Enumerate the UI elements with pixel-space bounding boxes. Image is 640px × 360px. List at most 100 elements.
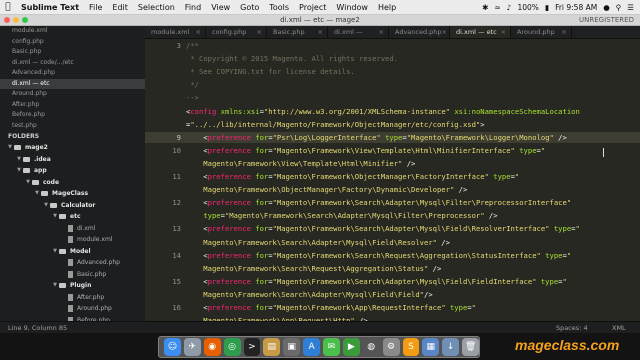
wifi-icon[interactable]: ≈ <box>494 3 500 12</box>
menu-find[interactable]: Find <box>180 3 206 12</box>
menu-goto[interactable]: Goto <box>235 3 264 12</box>
tree-file[interactable]: Around.php <box>0 303 145 315</box>
disclosure-arrow-icon[interactable]: ▼ <box>51 246 59 258</box>
code-line: Magento\Framework\Search\Request\Aggrega… <box>145 263 640 275</box>
app-icon[interactable]: ▣ <box>283 338 301 356</box>
code-token: xsi:noNamespaceSchemaLocation <box>454 106 580 116</box>
open-file-item[interactable]: Advanced.php <box>0 68 145 79</box>
camera-icon[interactable]: ◍ <box>362 338 380 356</box>
code-token: Magento\Framework\View\Template\Html\Min… <box>186 158 403 168</box>
menu-selection[interactable]: Selection <box>133 3 180 12</box>
notifications-icon[interactable]: ☰ <box>627 3 634 12</box>
user-icon[interactable]: ● <box>603 3 610 12</box>
syntax-setting[interactable]: XML <box>612 324 626 332</box>
facetime-icon[interactable]: ▶ <box>342 338 360 356</box>
downloads-icon[interactable]: ↓ <box>442 338 460 356</box>
firefox-icon[interactable]: ◉ <box>203 338 221 356</box>
editor-tab[interactable]: di.xml — etc × <box>450 26 511 38</box>
bluetooth-icon[interactable]: ✱ <box>482 3 488 12</box>
editor-tab[interactable]: Around.php × <box>511 26 572 38</box>
disclosure-arrow-icon[interactable]: ▼ <box>42 200 50 212</box>
code-editor[interactable]: 3 /** * Copyright © 2015 Magento. All rig… <box>145 39 640 321</box>
system-preferences-icon[interactable]: ⚙ <box>382 338 400 356</box>
menu-view[interactable]: View <box>206 3 235 12</box>
close-tab-icon[interactable]: × <box>562 26 571 38</box>
open-file-item[interactable]: test.php <box>0 121 145 132</box>
code-token: " <box>540 145 546 155</box>
open-file-item[interactable]: Around.php <box>0 89 145 100</box>
menu-tools[interactable]: Tools <box>264 3 294 12</box>
disclosure-arrow-icon[interactable]: ▼ <box>6 142 14 154</box>
editor-tab[interactable]: di.xml — code/... × <box>328 26 389 48</box>
disclosure-arrow-icon[interactable]: ▼ <box>15 154 23 166</box>
chrome-icon[interactable]: ◎ <box>223 338 241 356</box>
close-tab-icon[interactable]: × <box>501 26 510 38</box>
tree-file[interactable]: module.xml <box>0 234 145 246</box>
menu-app-name[interactable]: Sublime Text <box>16 3 84 12</box>
tree-folder[interactable]: ▼ MageClass <box>0 188 145 200</box>
open-file-item[interactable]: module.xml <box>0 26 145 37</box>
tab-label: Advanced.php <box>395 28 442 36</box>
editor-tab[interactable]: module.xml × <box>145 26 206 38</box>
menu-project[interactable]: Project <box>294 3 331 12</box>
messages-icon[interactable]: ✉ <box>323 338 340 356</box>
tree-folder[interactable]: ▼ Model <box>0 246 145 258</box>
search-icon[interactable]: ⚲ <box>616 3 622 12</box>
code-token: type <box>385 132 403 142</box>
disclosure-arrow-icon[interactable]: ▼ <box>51 280 59 292</box>
open-file-item[interactable]: config.php <box>0 37 145 48</box>
close-tab-icon[interactable]: × <box>379 26 388 38</box>
open-file-item[interactable]: di.xml — etc <box>0 78 145 89</box>
code-token: < <box>186 145 208 155</box>
disclosure-arrow-icon[interactable]: ▼ <box>51 211 59 223</box>
finder-icon[interactable]: ☺ <box>164 338 181 356</box>
code-line: 13 <preference for="Magento\Framework\Se… <box>145 223 640 235</box>
open-file-item[interactable]: After.php <box>0 100 145 111</box>
disclosure-arrow-icon[interactable]: ▼ <box>24 177 32 189</box>
app-store-icon[interactable]: A <box>303 338 320 356</box>
terminal-icon[interactable]: > <box>243 338 261 356</box>
battery-icon[interactable]: ▮ <box>545 3 549 12</box>
battery-percent[interactable]: 100% <box>517 3 538 12</box>
tree-file[interactable]: After.php <box>0 292 145 304</box>
open-file-item[interactable]: di.xml — code/.../etc <box>0 58 145 69</box>
editor-tab[interactable]: config.php × <box>206 26 267 38</box>
tree-folder[interactable]: ▼ Calculator <box>0 200 145 212</box>
apple-icon[interactable]:  <box>0 2 16 12</box>
code-token: Magento\Framework\Search\Adapter\Mysql\F… <box>186 289 424 299</box>
indentation-setting[interactable]: Spaces: 4 <box>556 324 588 332</box>
tree-folder[interactable]: ▼ code <box>0 177 145 189</box>
menu-file[interactable]: File <box>84 3 107 12</box>
menu-window[interactable]: Window <box>331 3 373 12</box>
editor-tab[interactable]: Advanced.php × <box>389 26 450 38</box>
menu-help[interactable]: Help <box>373 3 401 12</box>
code-token: type <box>493 172 511 181</box>
close-tab-icon[interactable]: × <box>318 26 327 38</box>
open-file-item[interactable]: Before.php <box>0 110 145 121</box>
close-tab-icon[interactable]: × <box>196 26 205 38</box>
editor-tab[interactable]: Basic.php × <box>267 26 328 38</box>
preview-icon[interactable]: ▦ <box>422 338 440 356</box>
volume-icon[interactable]: ♪ <box>507 3 512 12</box>
tree-folder[interactable]: ▼ etc <box>0 211 145 223</box>
open-file-item[interactable]: Basic.php <box>0 47 145 58</box>
disclosure-arrow-icon[interactable]: ▼ <box>33 188 41 200</box>
close-tab-icon[interactable]: × <box>257 26 266 38</box>
sublime-icon[interactable]: S <box>402 338 420 356</box>
disclosure-arrow-icon[interactable]: ▼ <box>15 165 23 177</box>
clock[interactable]: Fri 9:58 AM <box>555 3 597 12</box>
launchpad-icon[interactable]: ✈ <box>183 338 201 356</box>
tree-folder[interactable]: ▼ .idea <box>0 154 145 166</box>
code-token: /> <box>428 263 442 273</box>
trash-icon[interactable]: 🗑 <box>462 338 479 356</box>
sequel-icon[interactable]: ▤ <box>263 338 281 356</box>
menu-edit[interactable]: Edit <box>107 3 133 12</box>
tree-folder[interactable]: ▼ app <box>0 165 145 177</box>
tree-folder[interactable]: ▼ mage2 <box>0 142 145 154</box>
tree-file[interactable]: di.xml <box>0 223 145 235</box>
tree-file[interactable]: Basic.php <box>0 269 145 281</box>
tree-folder[interactable]: ▼ Plugin <box>0 280 145 292</box>
code-text: <preference for="Magento\Framework\App\R… <box>186 302 476 314</box>
code-token: --> <box>186 93 199 103</box>
tree-file[interactable]: Advanced.php <box>0 257 145 269</box>
